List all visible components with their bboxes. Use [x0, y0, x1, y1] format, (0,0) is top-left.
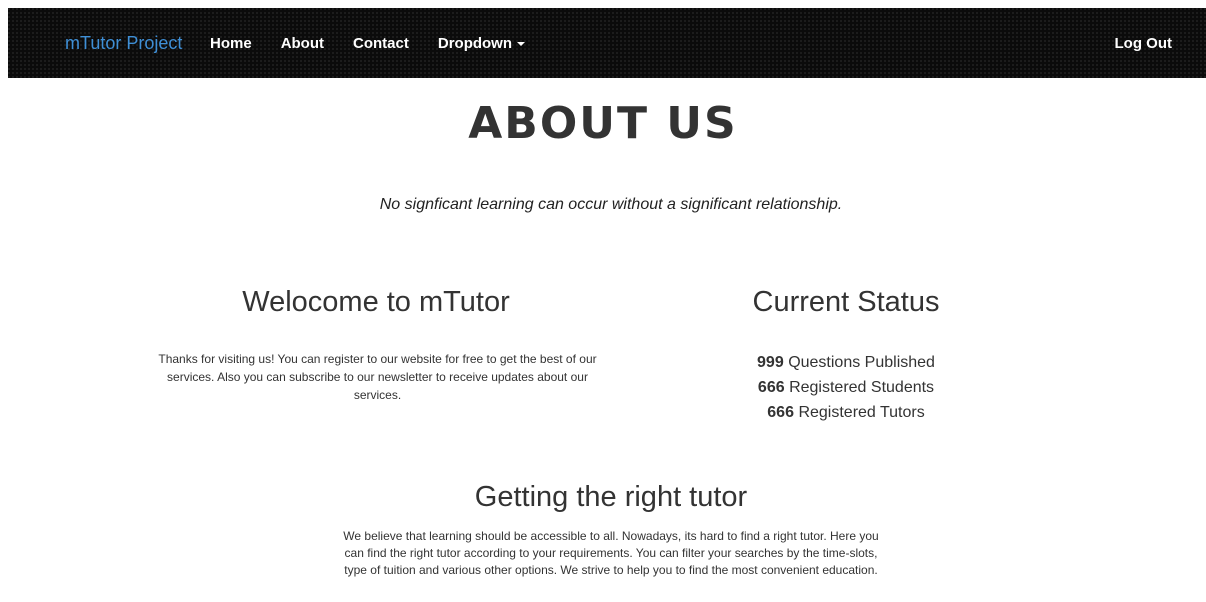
nav-links: Home About Contact Dropdown: [210, 35, 554, 52]
tutor-heading: Getting the right tutor: [474, 481, 748, 513]
caret-down-icon: [517, 42, 526, 47]
status-item-tutors: 666 Registered Tutors: [646, 400, 1046, 425]
status-item-questions: 999 Questions Published: [646, 350, 1046, 375]
status-label: Questions Published: [788, 354, 935, 371]
status-heading: Current Status: [752, 286, 940, 318]
welcome-text: Thanks for visiting us! You can register…: [158, 352, 597, 402]
nav-dropdown-label: Dropdown: [437, 35, 513, 52]
status-list: 999 Questions Published 666 Registered S…: [646, 350, 1046, 425]
brand-link[interactable]: mTutor Project: [65, 33, 182, 54]
logout-link[interactable]: Log Out: [1115, 35, 1172, 52]
status-count: 666: [767, 404, 794, 421]
welcome-heading: Welocome to mTutor: [242, 286, 510, 318]
nav-home-link[interactable]: Home: [210, 35, 252, 52]
nav-about-link[interactable]: About: [281, 35, 324, 52]
tutor-text: We believe that learning should be acces…: [343, 529, 879, 577]
page-title: ABOUT US: [468, 98, 738, 149]
nav-contact-link[interactable]: Contact: [353, 35, 409, 52]
nav-dropdown-toggle[interactable]: Dropdown: [437, 35, 526, 52]
status-count: 666: [757, 379, 785, 396]
status-count: 999: [757, 354, 784, 371]
status-item-students: 666 Registered Students: [646, 375, 1046, 400]
navbar: mTutor Project Home About Contact Dropdo…: [8, 8, 1206, 78]
status-label: Registered Tutors: [798, 404, 925, 421]
page-quote: No signficant learning can occur without…: [379, 196, 843, 213]
status-label: Registered Students: [789, 379, 935, 396]
